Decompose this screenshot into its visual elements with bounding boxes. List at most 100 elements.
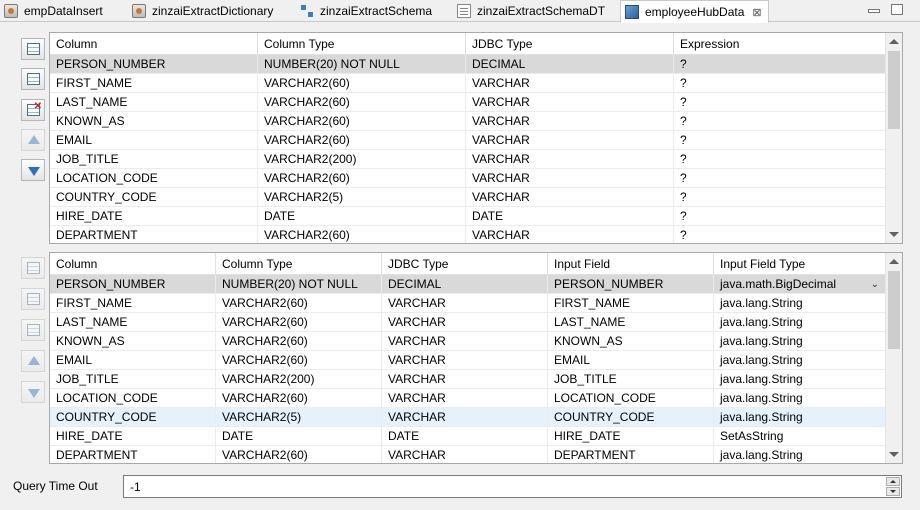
table-cell[interactable]: HIRE_DATE — [50, 207, 258, 226]
table-cell[interactable]: VARCHAR — [466, 169, 674, 188]
table-cell[interactable]: VARCHAR2(60) — [216, 446, 382, 463]
table-cell[interactable]: VARCHAR — [466, 74, 674, 93]
table-cell[interactable]: JOB_TITLE — [50, 150, 258, 169]
table-cell[interactable]: FIRST_NAME — [548, 294, 714, 313]
table-cell[interactable]: FIRST_NAME — [50, 74, 258, 93]
table-cell[interactable]: ? — [674, 188, 886, 207]
move-up-button[interactable] — [21, 129, 45, 151]
table-cell[interactable]: VARCHAR2(60) — [258, 169, 466, 188]
spin-up-icon[interactable] — [886, 477, 900, 486]
table-cell[interactable]: VARCHAR — [466, 226, 674, 243]
table-cell[interactable]: VARCHAR2(60) — [216, 313, 382, 332]
table-cell[interactable]: VARCHAR — [382, 446, 548, 463]
table-cell[interactable]: VARCHAR2(60) — [258, 131, 466, 150]
table-cell[interactable]: VARCHAR2(60) — [216, 389, 382, 408]
scroll-thumb[interactable] — [888, 51, 900, 129]
table-row[interactable]: LAST_NAME VARCHAR2(60) VARCHAR LAST_NAME jav… — [50, 313, 902, 332]
move-down-button[interactable] — [21, 159, 45, 181]
table-cell[interactable]: EMAIL — [50, 131, 258, 150]
table-cell[interactable]: LAST_NAME — [50, 93, 258, 112]
tab-zinzaiextractschema[interactable]: zinzaiExtractSchema — [300, 0, 432, 22]
table-cell[interactable]: DATE — [258, 207, 466, 226]
table-cell[interactable]: java.lang.String — [714, 332, 886, 351]
table-cell[interactable]: PERSON_NUMBER — [50, 275, 216, 294]
maximize-icon[interactable] — [891, 4, 903, 15]
table-cell[interactable]: VARCHAR2(200) — [216, 370, 382, 389]
column-type-header[interactable]: Column Type — [216, 253, 382, 275]
table-cell[interactable]: DEPARTMENT — [50, 446, 216, 463]
delete-column-button[interactable]: ✕ — [21, 99, 45, 121]
table-cell[interactable]: DATE — [466, 207, 674, 226]
table-cell[interactable]: EMAIL — [50, 351, 216, 370]
column-type-header[interactable]: Column Type — [258, 33, 466, 55]
table-cell[interactable]: KNOWN_AS — [50, 332, 216, 351]
table-cell[interactable]: VARCHAR — [466, 112, 674, 131]
scroll-down-icon[interactable] — [889, 452, 899, 457]
table-cell[interactable]: java.lang.String — [714, 408, 886, 427]
table-cell[interactable]: KNOWN_AS — [548, 332, 714, 351]
table-cell[interactable]: ? — [674, 55, 886, 74]
table-cell[interactable]: LAST_NAME — [548, 313, 714, 332]
table-cell[interactable]: HIRE_DATE — [548, 427, 714, 446]
table-cell[interactable]: VARCHAR2(60) — [258, 112, 466, 131]
expression-header[interactable]: Expression — [674, 33, 886, 55]
table-cell[interactable]: ? — [674, 112, 886, 131]
mapping-move-up-button[interactable] — [21, 350, 45, 372]
table-cell[interactable]: PERSON_NUMBER — [50, 55, 258, 74]
delete-mapping-button[interactable] — [21, 319, 45, 341]
input-field-type-header[interactable]: Input Field Type — [714, 253, 886, 275]
table-cell[interactable]: DECIMAL — [466, 55, 674, 74]
table-cell[interactable]: COUNTRY_CODE — [50, 408, 216, 427]
scroll-thumb[interactable] — [888, 271, 900, 349]
table-cell[interactable]: ? — [674, 150, 886, 169]
table-cell[interactable]: LOCATION_CODE — [548, 389, 714, 408]
mapping-move-down-button[interactable] — [21, 381, 45, 403]
table-cell[interactable]: FIRST_NAME — [50, 294, 216, 313]
table-cell[interactable]: VARCHAR — [466, 188, 674, 207]
table-row[interactable]: JOB_TITLE VARCHAR2(200) VARCHAR JOB_TITLE ja… — [50, 370, 902, 389]
table-row[interactable]: LAST_NAME VARCHAR2(60) VARCHAR? — [50, 93, 902, 112]
table-cell[interactable]: ? — [674, 169, 886, 188]
table-cell[interactable]: VARCHAR — [466, 131, 674, 150]
jdbc-type-header[interactable]: JDBC Type — [466, 33, 674, 55]
table-cell[interactable]: SetAsString — [714, 427, 886, 446]
table-row[interactable]: FIRST_NAME VARCHAR2(60) VARCHAR? — [50, 74, 902, 93]
table-row[interactable]: PERSON_NUMBER NUMBER(20) NOT NULL DECIMAL P… — [50, 275, 902, 294]
input-field-header[interactable]: Input Field — [548, 253, 714, 275]
table-cell[interactable]: VARCHAR2(60) — [258, 93, 466, 112]
table-cell[interactable]: JOB_TITLE — [548, 370, 714, 389]
table-cell[interactable]: ? — [674, 207, 886, 226]
table-row[interactable]: EMAIL VARCHAR2(60) VARCHAR EMAIL java.lang.S… — [50, 351, 902, 370]
table-cell[interactable]: COUNTRY_CODE — [548, 408, 714, 427]
table-cell[interactable]: NUMBER(20) NOT NULL — [216, 275, 382, 294]
table-row[interactable]: FIRST_NAME VARCHAR2(60) VARCHAR FIRST_NAME j… — [50, 294, 902, 313]
map-fields-button[interactable] — [21, 288, 45, 310]
get-fields-button[interactable] — [21, 68, 45, 90]
table-cell[interactable]: java.lang.String — [714, 351, 886, 370]
add-column-button[interactable] — [21, 38, 45, 60]
table-cell[interactable]: VARCHAR — [382, 294, 548, 313]
table-cell[interactable]: DEPARTMENT — [548, 446, 714, 463]
table-cell[interactable]: VARCHAR2(60) — [258, 226, 466, 243]
table-row[interactable]: LOCATION_CODE VARCHAR2(60) VARCHAR LOCATION… — [50, 389, 902, 408]
table-cell[interactable]: VARCHAR2(5) — [216, 408, 382, 427]
table-cell[interactable]: VARCHAR — [382, 332, 548, 351]
scroll-down-icon[interactable] — [889, 232, 899, 237]
table-cell[interactable]: VARCHAR — [466, 150, 674, 169]
table-cell[interactable]: VARCHAR2(5) — [258, 188, 466, 207]
table-cell[interactable]: HIRE_DATE — [50, 427, 216, 446]
tab-employeehubdata[interactable]: employeeHubData ⊠ — [620, 0, 769, 23]
table-cell[interactable]: VARCHAR — [382, 313, 548, 332]
table-row[interactable]: KNOWN_AS VARCHAR2(60) VARCHAR? — [50, 112, 902, 131]
table-cell[interactable]: KNOWN_AS — [50, 112, 258, 131]
table-cell[interactable]: java.lang.String — [714, 313, 886, 332]
table-row[interactable]: DEPARTMENT VARCHAR2(60) VARCHAR? — [50, 226, 902, 243]
table-cell[interactable]: ? — [674, 226, 886, 243]
table-cell[interactable]: VARCHAR2(60) — [216, 294, 382, 313]
scroll-up-icon[interactable] — [889, 39, 899, 44]
vertical-scrollbar[interactable] — [885, 253, 902, 463]
table-row[interactable]: COUNTRY_CODE VARCHAR2(5) VARCHAR? — [50, 188, 902, 207]
table-row[interactable]: COUNTRY_CODE VARCHAR2(5) VARCHAR COUNTRY_CO… — [50, 408, 902, 427]
table-cell[interactable]: DECIMAL — [382, 275, 548, 294]
table-cell[interactable]: VARCHAR — [382, 370, 548, 389]
